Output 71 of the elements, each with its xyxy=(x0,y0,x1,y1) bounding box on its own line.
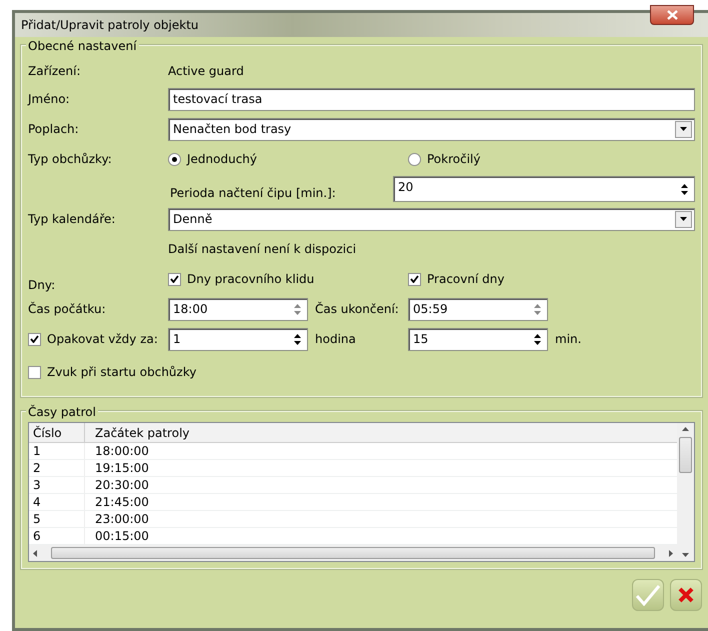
spin-down-icon[interactable] xyxy=(681,190,688,194)
cancel-button[interactable] xyxy=(670,579,702,611)
column-header[interactable]: Číslo xyxy=(29,423,85,442)
device-value: Active guard xyxy=(168,63,245,80)
close-icon[interactable] xyxy=(666,10,678,20)
table-cell-text: 00:15:00 xyxy=(94,528,150,545)
option-label[interactable]: Dny pracovního klidu xyxy=(187,270,314,288)
scroll-thumb[interactable] xyxy=(679,437,692,473)
spin-up-icon[interactable] xyxy=(681,184,688,188)
option-label[interactable]: Zvuk při startu obchůzky xyxy=(47,363,196,381)
close-button[interactable] xyxy=(650,5,694,25)
table-cell: 2 xyxy=(29,460,85,476)
field-label: Perioda načtení čipu [min.]: xyxy=(170,185,336,202)
dropdown-arrow-icon[interactable] xyxy=(680,217,687,221)
window-title: Přidat/Upravit patroly objektu xyxy=(21,17,199,34)
table-cell-text: 20:30:00 xyxy=(94,477,150,494)
field-label: Typ obchůzky: xyxy=(28,151,113,168)
field-label: Čas počátku: xyxy=(28,300,107,318)
alarm-dropdown[interactable]: Nenačten bod trasy xyxy=(168,118,695,140)
checkbox[interactable] xyxy=(28,332,41,346)
repeat-hours-field[interactable]: 1 xyxy=(168,328,308,350)
field-label: hodina xyxy=(314,331,357,348)
table-cell-text: 21:45:00 xyxy=(94,494,150,511)
option-label[interactable]: Pracovní dny xyxy=(427,270,504,288)
table-cell-text: 18:00:00 xyxy=(94,443,150,460)
calendar-type-dropdown[interactable]: Denně xyxy=(168,208,695,230)
scroll-right-icon[interactable] xyxy=(669,550,673,556)
spin-up-icon[interactable] xyxy=(534,334,541,338)
table-cell-text: 19:15:00 xyxy=(94,460,150,477)
scroll-down-icon[interactable] xyxy=(682,553,689,557)
table-cell: 3 xyxy=(29,477,85,493)
field-label: Typ kalendáře: xyxy=(28,211,116,228)
option-label[interactable]: Opakovat vždy za: xyxy=(47,330,158,348)
option-label[interactable]: Pokročilý xyxy=(427,150,480,168)
table-cell-text: 23:00:00 xyxy=(94,511,150,528)
dropdown-arrow-icon[interactable] xyxy=(680,127,687,131)
field-label: Zařízení: xyxy=(28,63,82,80)
checkbox[interactable] xyxy=(408,272,421,286)
check-mark-icon xyxy=(30,335,39,343)
spin-up-icon[interactable] xyxy=(294,334,301,338)
field-label: Jméno: xyxy=(28,91,71,108)
table-cell: 5 xyxy=(29,511,85,527)
checkbox[interactable] xyxy=(168,272,181,286)
option-label[interactable]: Jednoduchý xyxy=(187,150,258,168)
table-cell: 4 xyxy=(29,494,85,510)
chip-period-field[interactable]: 20 xyxy=(393,176,695,202)
radio-button[interactable] xyxy=(168,152,181,166)
check-icon xyxy=(635,584,661,606)
field-label: min. xyxy=(554,331,582,348)
horizontal-scrollbar[interactable] xyxy=(29,545,677,561)
info-text: Další nastavení není k dispozici xyxy=(168,241,358,258)
table-cell: 6 xyxy=(29,528,85,544)
field-label: Čas ukončení: xyxy=(314,300,400,318)
checkbox[interactable] xyxy=(28,366,41,378)
cross-icon xyxy=(678,587,694,603)
group-title: Časy patrol xyxy=(26,403,98,421)
field-label: Poplach: xyxy=(28,121,80,138)
scroll-left-icon[interactable] xyxy=(33,550,37,556)
check-mark-icon xyxy=(170,275,179,283)
column-header[interactable]: Začátek patroly xyxy=(85,424,677,442)
radio-button[interactable] xyxy=(408,152,421,166)
table-cell: 1 xyxy=(29,443,85,459)
name-field[interactable]: testovací trasa xyxy=(168,88,695,110)
spin-down-icon[interactable] xyxy=(294,340,301,344)
scroll-up-icon[interactable] xyxy=(682,427,689,431)
check-mark-icon xyxy=(410,275,419,283)
field-label: Dny: xyxy=(28,277,56,294)
spin-down-icon[interactable] xyxy=(534,340,541,344)
repeat-minutes-field[interactable]: 15 xyxy=(408,328,548,350)
scroll-thumb[interactable] xyxy=(51,547,655,559)
vertical-scrollbar[interactable] xyxy=(677,423,694,561)
